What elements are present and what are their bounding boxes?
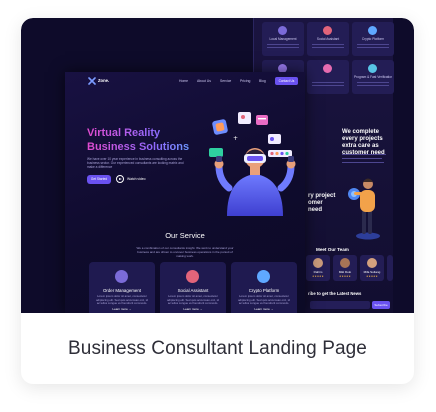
crypto-platform-icon [257, 270, 270, 283]
text-line [342, 158, 382, 159]
back-service-title: Social Assistant [316, 37, 340, 41]
nav-bar: Zone. Home About Us Service Pricing Blog… [65, 72, 305, 90]
contact-button[interactable]: Contact Us [275, 77, 298, 85]
text-line [357, 47, 389, 48]
subscribe-button[interactable]: Subscribe [372, 301, 390, 309]
service-card-title: Order Management [102, 288, 142, 293]
text-line [312, 85, 344, 86]
service-section-description: We a combination of our consultants insi… [136, 246, 234, 258]
rating-stars: ★★★★★ [312, 275, 324, 278]
learn-more-link[interactable]: Learn more → [160, 307, 226, 311]
service-card-title: Social Assistant [177, 288, 209, 293]
text-line [342, 154, 386, 155]
learn-more-link[interactable]: Learn more → [231, 307, 297, 311]
newsletter-email-input[interactable] [310, 301, 370, 309]
service-card[interactable]: Order Management Lorem ipsum dolor sit a… [89, 262, 155, 313]
team-member-card [387, 255, 393, 281]
hero-description: We have over 10 year experience in busin… [87, 157, 184, 170]
nav-link-pricing[interactable]: Pricing [240, 79, 250, 83]
text-line [342, 162, 384, 163]
person-illustration [348, 178, 380, 240]
order-management-icon [115, 270, 128, 283]
rating-stars: ★★★★★ [339, 275, 351, 278]
play-icon[interactable] [116, 175, 124, 183]
back-service-card [307, 60, 349, 94]
back-side-heading: ry project omer need [308, 193, 336, 213]
watch-video-link[interactable]: Watch video [127, 177, 146, 181]
social-assistant-icon [186, 270, 199, 283]
service-icon [368, 64, 377, 73]
nav-link-blog[interactable]: Blog [259, 79, 266, 83]
service-card-description: Lorem ipsum dolor sit amet, consectetur … [96, 294, 148, 306]
logo-icon [88, 77, 96, 85]
service-icon [278, 26, 287, 35]
text-line [312, 82, 344, 83]
nav-link-service[interactable]: Service [220, 79, 231, 83]
team-member-card: Rahim ★★★★★ [306, 255, 330, 281]
logo-text: Zone. [98, 78, 110, 83]
template-card[interactable]: Local Management Social Assistant Crypto… [21, 18, 414, 384]
text-line [357, 85, 389, 86]
learn-more-link[interactable]: Learn more → [89, 307, 155, 311]
text-line [267, 47, 299, 48]
team-member-name: Miki Dolo [338, 270, 352, 274]
service-card[interactable]: Social Assistant Lorem ipsum dolor sit a… [160, 262, 226, 313]
text-line [312, 47, 344, 48]
nav-link-about[interactable]: About Us [197, 79, 211, 83]
text-line [357, 44, 389, 45]
service-icon [323, 64, 332, 73]
service-card-description: Lorem ipsum dolor sit amet, consectetur … [238, 294, 290, 306]
svg-text:+: + [233, 135, 238, 142]
service-icon [323, 26, 332, 35]
rating-stars: ★★★★★ [366, 275, 378, 278]
template-preview[interactable]: Local Management Social Assistant Crypto… [21, 18, 414, 313]
service-section-title: Our Service [165, 231, 205, 240]
back-service-card: Program & Fast Verification [352, 60, 394, 94]
team-section-title: Meet Our Team [316, 247, 349, 252]
back-service-title: Program & Fast Verification [354, 75, 392, 79]
back-service-title: Local Management [269, 37, 297, 41]
service-card-title: Crypto Platform [248, 288, 280, 293]
card-title[interactable]: Business Consultant Landing Page [21, 313, 414, 384]
nav-link-home[interactable]: Home [179, 79, 188, 83]
service-card-description: Lorem ipsum dolor sit amet, consectetur … [167, 294, 219, 306]
newsletter-heading: ribe to get the Latest News [308, 291, 362, 296]
back-section-heading: We complete every projects extra care as… [342, 129, 385, 156]
text-line [267, 44, 299, 45]
back-service-card: Crypto Platform [352, 22, 394, 56]
front-page-preview: Zone. Home About Us Service Pricing Blog… [65, 72, 305, 313]
avatar [313, 258, 323, 268]
team-member-name: Rahim [313, 270, 323, 274]
service-icon [368, 26, 377, 35]
team-member-card: Miki Dolo ★★★★★ [333, 255, 357, 281]
get-started-button[interactable]: Get Started [87, 175, 111, 184]
team-member-card: Mifa Sultang ★★★★★ [360, 255, 384, 281]
text-line [357, 82, 389, 83]
vr-person-illustration: + [209, 112, 296, 216]
team-member-name: Mifa Sultang [363, 270, 381, 274]
back-service-card: Local Management [262, 22, 304, 56]
text-line [312, 44, 344, 45]
hero-title: Virtual Reality Business Solutions [87, 126, 202, 154]
back-service-title: Crypto Platform [361, 37, 385, 41]
back-service-card: Social Assistant [307, 22, 349, 56]
avatar [367, 258, 377, 268]
service-card[interactable]: Crypto Platform Lorem ipsum dolor sit am… [231, 262, 297, 313]
avatar [340, 258, 350, 268]
